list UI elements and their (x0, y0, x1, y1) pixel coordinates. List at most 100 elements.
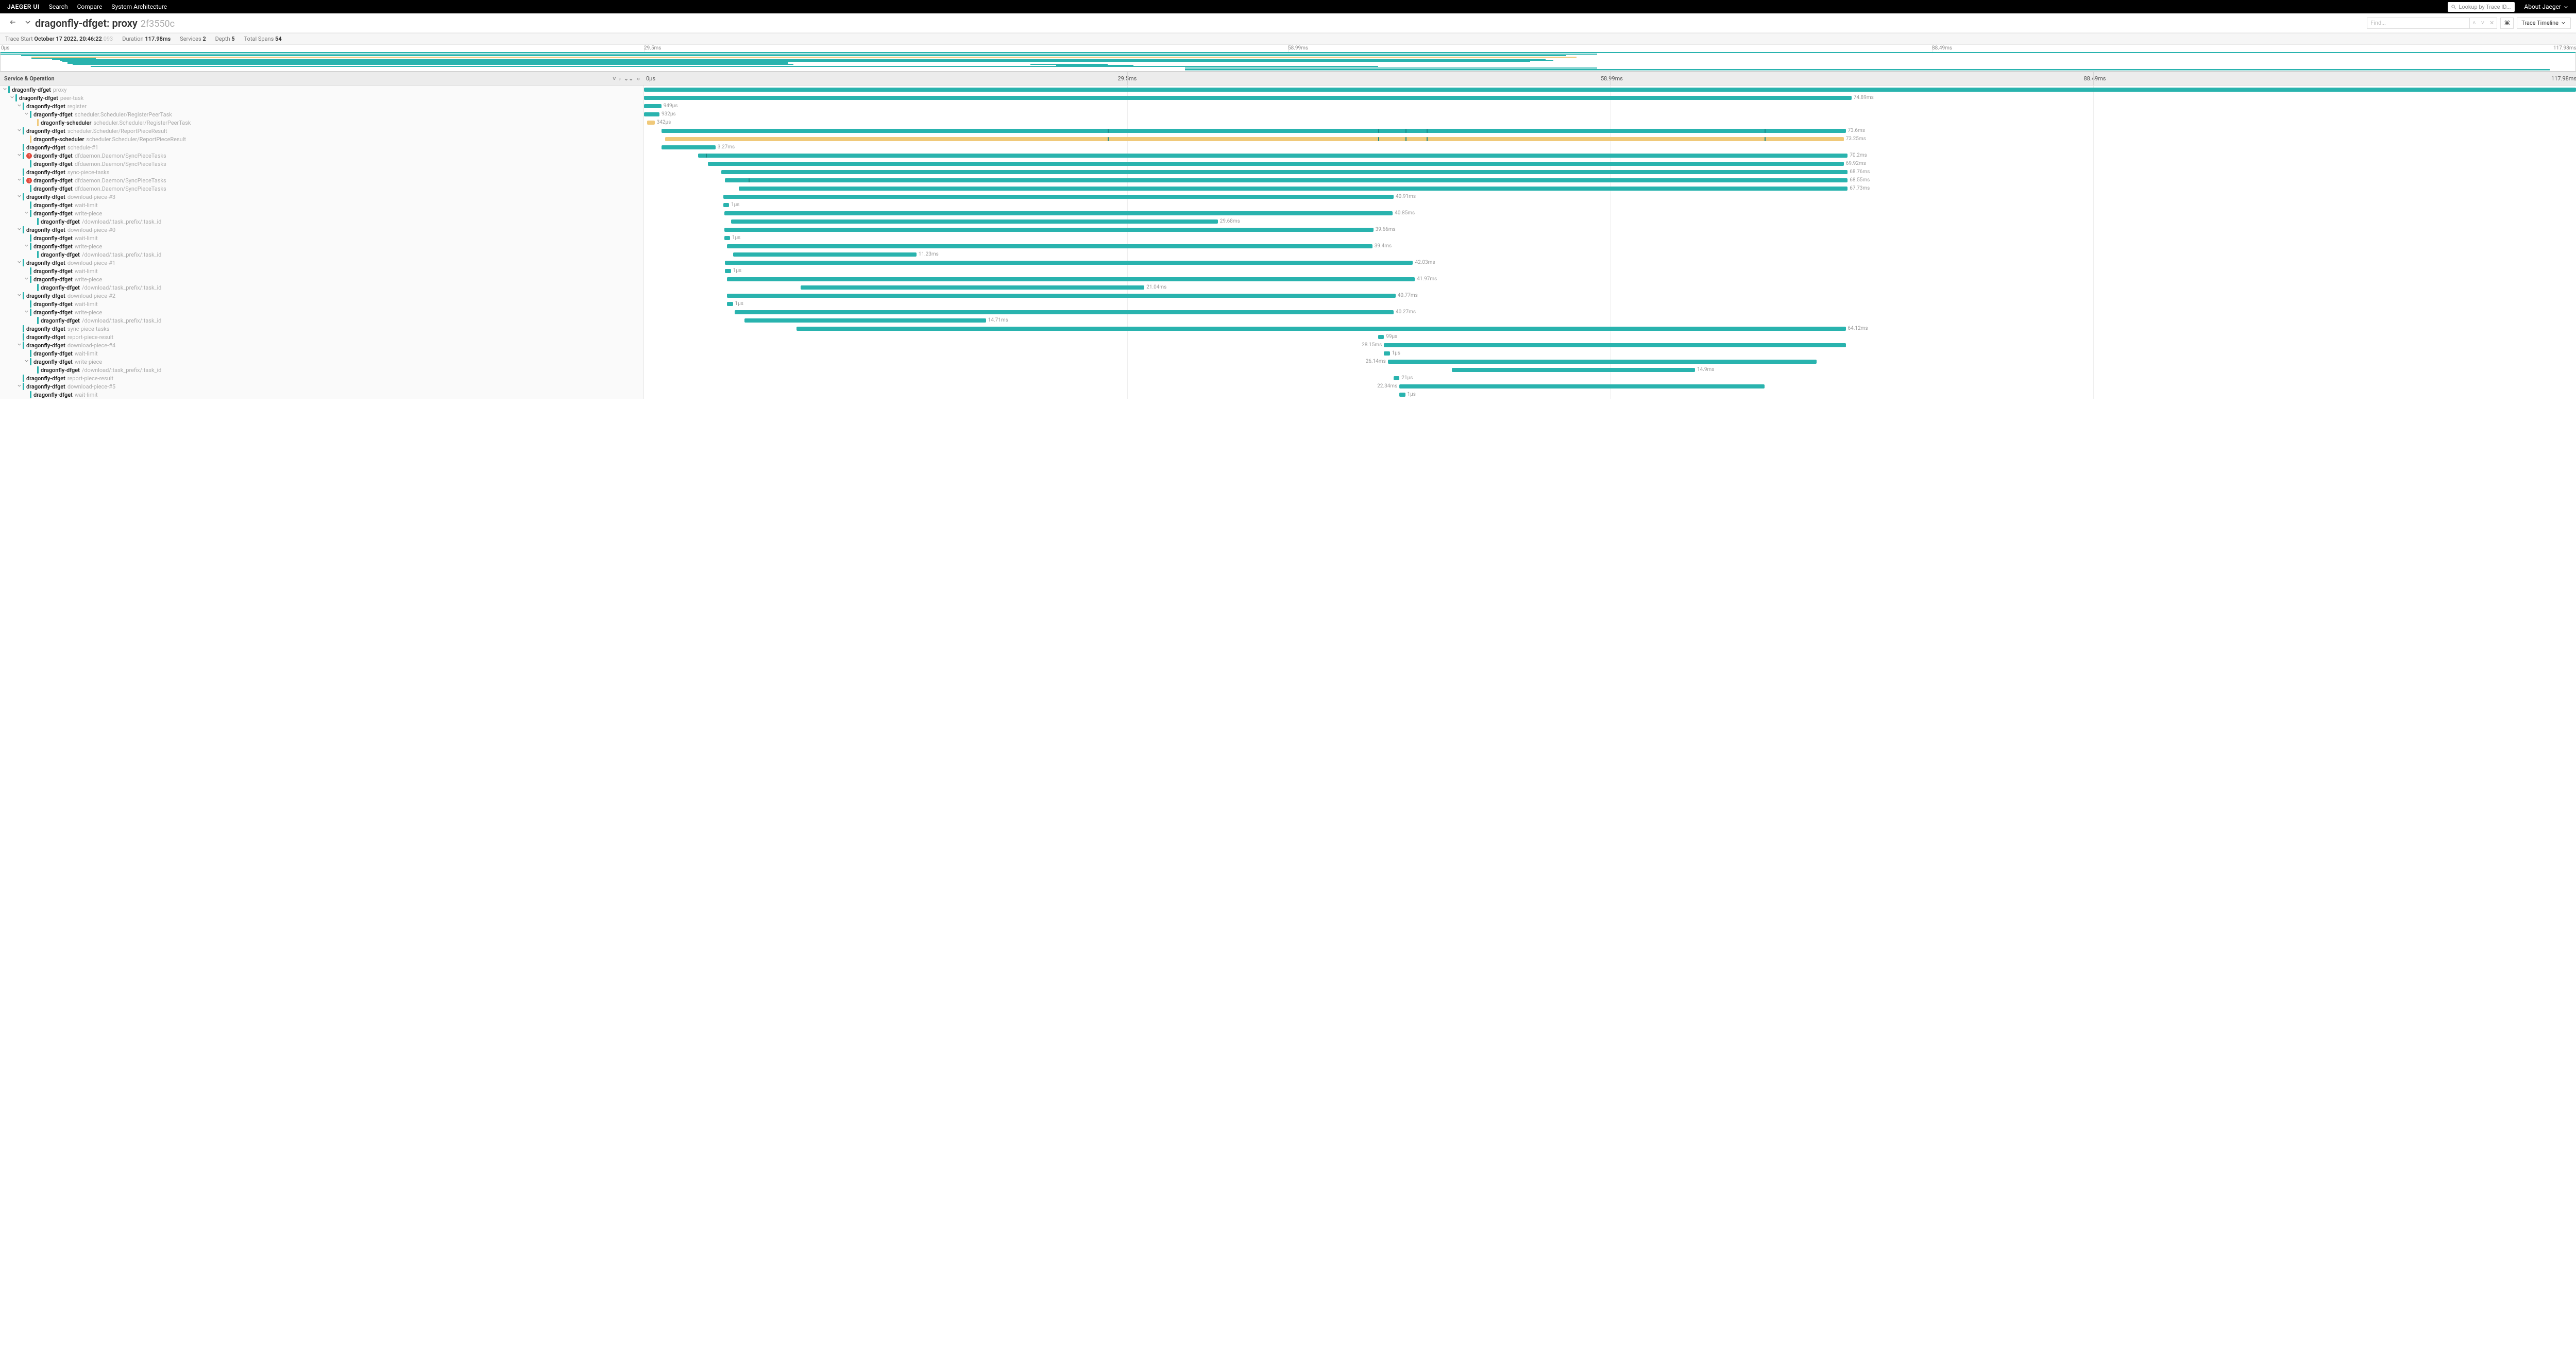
span-tree-row[interactable]: dragonfly-dfgetwait-limit (0, 391, 643, 399)
timeline-row[interactable]: 40.91ms (644, 193, 2576, 201)
span-bar[interactable] (1384, 343, 1845, 347)
span-tree-row[interactable]: dragonfly-dfgetwait-limit (0, 300, 643, 308)
span-tree-row[interactable]: dragonfly-dfgetdownload-piece-#0 (0, 226, 643, 234)
span-bar[interactable] (725, 261, 1413, 265)
timeline-row[interactable]: 40.27ms (644, 308, 2576, 316)
span-tree-row[interactable]: !dragonfly-dfgetdfdaemon.Daemon/SyncPiec… (0, 151, 643, 160)
span-tree-row[interactable]: dragonfly-dfgetreport-piece-result (0, 333, 643, 341)
find-clear-button[interactable]: ✕ (2487, 20, 2497, 26)
timeline-row[interactable]: 73.25ms (644, 135, 2576, 143)
timeline-row[interactable]: 949µs (644, 102, 2576, 110)
span-tree-row[interactable]: dragonfly-dfgetwait-limit (0, 349, 643, 358)
span-bar[interactable] (644, 88, 2576, 92)
span-bar[interactable] (1394, 376, 1399, 380)
timeline-row[interactable]: 1µs (644, 300, 2576, 308)
span-tree-row[interactable]: dragonfly-dfgetreport-piece-result (0, 374, 643, 382)
find-input[interactable]: Find... (2367, 18, 2470, 29)
timeline-row[interactable]: 1µs (644, 201, 2576, 209)
span-bar[interactable] (744, 318, 986, 323)
caret-icon[interactable] (16, 226, 22, 233)
caret-icon[interactable] (24, 111, 29, 118)
span-bar[interactable] (801, 285, 1145, 290)
span-tree-row[interactable]: dragonfly-dfgetwait-limit (0, 201, 643, 209)
span-tree-row[interactable]: dragonfly-dfgetschedule-#1 (0, 143, 643, 151)
timeline-row[interactable]: 22.34ms (644, 382, 2576, 391)
timeline-row[interactable]: 26.14ms (644, 358, 2576, 366)
span-bar[interactable] (644, 112, 659, 116)
caret-icon[interactable] (2, 86, 7, 93)
caret-icon[interactable] (24, 276, 29, 283)
timeline-row[interactable]: 1µs (644, 234, 2576, 242)
span-tree-row[interactable]: dragonfly-dfget/download/:task_prefix/:t… (0, 217, 643, 226)
span-tree-row[interactable]: dragonfly-dfgetdownload-piece-#1 (0, 259, 643, 267)
span-bar[interactable] (723, 195, 1394, 199)
span-bar[interactable] (644, 104, 662, 108)
caret-icon[interactable] (16, 177, 22, 184)
span-tree-row[interactable]: dragonfly-dfgetdownload-piece-#2 (0, 292, 643, 300)
span-tree-row[interactable]: dragonfly-dfgetwait-limit (0, 267, 643, 275)
span-bar[interactable] (1452, 368, 1696, 372)
span-bar[interactable] (721, 170, 1848, 174)
span-bar[interactable] (727, 294, 1395, 298)
span-bar[interactable] (662, 145, 716, 149)
span-bar[interactable] (724, 211, 1393, 215)
caret-icon[interactable] (16, 193, 22, 200)
caret-icon[interactable] (16, 103, 22, 110)
timeline-row[interactable]: 14.9ms (644, 366, 2576, 374)
timeline-row[interactable]: 342µs (644, 119, 2576, 127)
span-bar[interactable] (698, 154, 1848, 158)
span-bar[interactable] (1384, 351, 1389, 356)
view-selector[interactable]: Trace Timeline (2517, 18, 2571, 29)
span-bar[interactable] (1399, 393, 1405, 397)
timeline-row[interactable]: 21.04ms (644, 283, 2576, 292)
span-bar[interactable] (733, 252, 917, 257)
span-bar[interactable] (735, 310, 1394, 314)
span-bar[interactable] (724, 228, 1374, 232)
span-tree-row[interactable]: dragonfly-dfget/download/:task_prefix/:t… (0, 316, 643, 325)
span-bar[interactable] (1399, 384, 1765, 388)
timeline-row[interactable]: 40.77ms (644, 292, 2576, 300)
collapse-all-button[interactable]: ˅ (613, 75, 616, 82)
timeline-row[interactable]: 40.85ms (644, 209, 2576, 217)
back-button[interactable] (5, 16, 21, 29)
caret-icon[interactable] (16, 152, 22, 159)
caret-icon[interactable] (16, 383, 22, 390)
span-tree-row[interactable]: dragonfly-dfgetpeer-task (0, 94, 643, 102)
timeline-row[interactable]: 68.76ms (644, 168, 2576, 176)
timeline-row[interactable]: 1µs (644, 349, 2576, 358)
span-tree-row[interactable]: dragonfly-dfgetdownload-piece-#3 (0, 193, 643, 201)
span-bar[interactable] (739, 187, 1848, 191)
caret-icon[interactable] (24, 210, 29, 217)
span-tree-row[interactable]: dragonfly-dfgetscheduler.Scheduler/Repor… (0, 127, 643, 135)
caret-icon[interactable] (16, 342, 22, 349)
expand-one-button[interactable]: ›› (636, 75, 640, 82)
trace-lookup-input[interactable]: Lookup by Trace ID... (2448, 2, 2515, 12)
minimap[interactable]: 0µs29.5ms58.99ms88.49ms117.98ms (0, 45, 2576, 72)
timeline-row[interactable]: 28.15ms (644, 341, 2576, 349)
span-bar[interactable] (727, 277, 1415, 281)
span-bar[interactable] (647, 121, 655, 125)
caret-icon[interactable] (9, 94, 14, 102)
timeline-row[interactable]: 69.92ms (644, 160, 2576, 168)
span-tree-row[interactable]: dragonfly-dfgetwrite-piece (0, 275, 643, 283)
caret-icon[interactable] (16, 127, 22, 134)
timeline-row[interactable]: 68.55ms (644, 176, 2576, 184)
timeline-row[interactable]: 39.4ms (644, 242, 2576, 250)
span-tree-row[interactable]: dragonfly-dfgetwrite-piece (0, 242, 643, 250)
span-tree-row[interactable]: dragonfly-schedulerscheduler.Scheduler/R… (0, 119, 643, 127)
span-bar[interactable] (665, 137, 1844, 141)
timeline-row[interactable]: 70.2ms (644, 151, 2576, 160)
caret-icon[interactable] (24, 358, 29, 365)
timeline-row[interactable]: 932µs (644, 110, 2576, 119)
span-tree-row[interactable]: dragonfly-dfgetwait-limit (0, 234, 643, 242)
timeline-row[interactable]: 3.27ms (644, 143, 2576, 151)
span-bar[interactable] (723, 203, 729, 207)
span-bar[interactable] (644, 96, 1852, 100)
caret-icon[interactable] (16, 259, 22, 266)
span-tree-row[interactable]: dragonfly-dfgetregister (0, 102, 643, 110)
timeline-row[interactable]: 14.71ms (644, 316, 2576, 325)
timeline-row[interactable]: 41.97ms (644, 275, 2576, 283)
span-bar[interactable] (731, 219, 1218, 224)
span-bar[interactable] (724, 236, 730, 240)
caret-icon[interactable] (16, 292, 22, 299)
